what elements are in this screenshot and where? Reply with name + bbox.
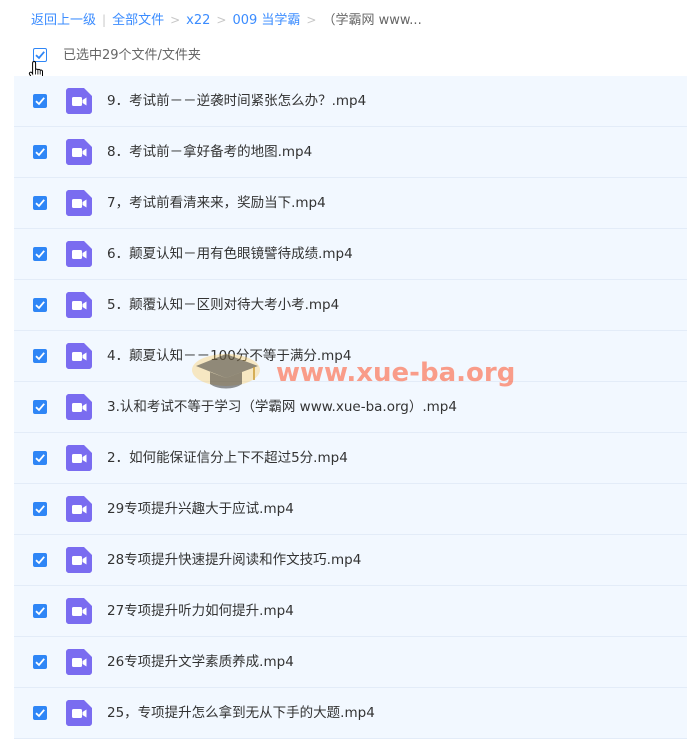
file-row[interactable]: 28专项提升快速提升阅读和作文技巧.mp4 [14,535,687,586]
file-checkbox[interactable] [33,94,47,108]
file-row[interactable]: 2．如何能保证信分上下不超过5分.mp4 [14,433,687,484]
breadcrumb-current-folder: （学霸网 www... [322,13,422,28]
checkmark-icon [35,709,45,718]
checkmark-icon [35,658,45,667]
file-row[interactable]: 26专项提升文学素质养成.mp4 [14,637,687,688]
video-file-icon [66,343,92,369]
file-checkbox[interactable] [33,706,47,720]
file-name[interactable]: 25，专项提升怎么拿到无从下手的大题.mp4 [107,688,375,738]
breadcrumb-arrow: > [306,13,317,27]
breadcrumb-folder-009[interactable]: 009 当学霸 [232,13,300,28]
checkmark-icon [35,250,45,259]
selection-count-label: 已选中29个文件/文件夹 [63,48,201,63]
file-name[interactable]: 4．颠夏认知－－100分不等于满分.mp4 [107,331,351,381]
video-file-icon [66,649,92,675]
checkmark-icon [35,556,45,565]
file-row[interactable]: 27专项提升听力如何提升.mp4 [14,586,687,637]
file-name[interactable]: 5．颠覆认知－区则对待大考小考.mp4 [107,280,339,330]
file-row[interactable]: 3.认和考试不等于学习（学霸网 www.xue-ba.org）.mp4 [14,382,687,433]
file-row[interactable]: 7，考试前看清来来，奖励当下.mp4 [14,178,687,229]
file-checkbox[interactable] [33,400,47,414]
video-file-icon [66,292,92,318]
breadcrumb-arrow: > [170,13,181,27]
checkmark-icon [35,97,45,106]
checkmark-icon [35,301,45,310]
all-files-link[interactable]: 全部文件 [112,13,164,28]
checkmark-icon [35,148,45,157]
file-checkbox[interactable] [33,298,47,312]
file-checkbox[interactable] [33,604,47,618]
checkmark-icon [35,505,45,514]
file-name[interactable]: 27专项提升听力如何提升.mp4 [107,586,294,636]
file-name[interactable]: 6．颠夏认知－用有色眼镜譬待成绩.mp4 [107,229,353,279]
video-file-icon [66,547,92,573]
checkmark-icon [35,403,45,412]
file-checkbox[interactable] [33,349,47,363]
video-file-icon [66,700,92,726]
video-file-icon [66,445,92,471]
file-name[interactable]: 28专项提升快速提升阅读和作文技巧.mp4 [107,535,361,585]
file-row[interactable]: 29专项提升兴趣大于应试.mp4 [14,484,687,535]
file-checkbox[interactable] [33,145,47,159]
breadcrumb-divider: | [102,13,107,27]
file-checkbox[interactable] [33,451,47,465]
video-file-icon [66,394,92,420]
selection-bar: 已选中29个文件/文件夹 [0,45,687,69]
video-file-icon [66,139,92,165]
file-row[interactable]: 6．颠夏认知－用有色眼镜譬待成绩.mp4 [14,229,687,280]
video-file-icon [66,496,92,522]
file-name[interactable]: 7，考试前看清来来，奖励当下.mp4 [107,178,326,228]
file-name[interactable]: 26专项提升文学素质养成.mp4 [107,637,294,687]
file-checkbox[interactable] [33,502,47,516]
file-checkbox[interactable] [33,553,47,567]
file-row[interactable]: 5．颠覆认知－区则对待大考小考.mp4 [14,280,687,331]
breadcrumb-folder-x22[interactable]: x22 [186,13,210,28]
checkmark-icon [35,352,45,361]
checkmark-icon [35,199,45,208]
file-name[interactable]: 8．考试前－拿好备考的地图.mp4 [107,127,312,177]
file-name[interactable]: 2．如何能保证信分上下不超过5分.mp4 [107,433,348,483]
checkmark-icon [35,607,45,616]
file-name[interactable]: 9．考试前－－逆袭时间紧张怎么办？.mp4 [107,76,366,126]
video-file-icon [66,598,92,624]
breadcrumb-arrow: > [216,13,227,27]
file-list: 9．考试前－－逆袭时间紧张怎么办？.mp4 8．考试前－拿好备考的地图.mp4 7，… [14,76,687,739]
breadcrumb: 返回上一级 | 全部文件 > x22 >009 当学霸 > （学霸网 www... [31,10,422,30]
file-checkbox[interactable] [33,247,47,261]
file-name[interactable]: 29专项提升兴趣大于应试.mp4 [107,484,294,534]
file-name[interactable]: 3.认和考试不等于学习（学霸网 www.xue-ba.org）.mp4 [107,382,457,432]
file-row[interactable]: 8．考试前－拿好备考的地图.mp4 [14,127,687,178]
file-row[interactable]: 9．考试前－－逆袭时间紧张怎么办？.mp4 [14,76,687,127]
video-file-icon [66,190,92,216]
file-row[interactable]: 4．颠夏认知－－100分不等于满分.mp4 [14,331,687,382]
video-file-icon [66,241,92,267]
back-link[interactable]: 返回上一级 [31,13,96,28]
file-checkbox[interactable] [33,196,47,210]
file-checkbox[interactable] [33,655,47,669]
file-row[interactable]: 25，专项提升怎么拿到无从下手的大题.mp4 [14,688,687,739]
checkmark-icon [35,454,45,463]
video-file-icon [66,88,92,114]
